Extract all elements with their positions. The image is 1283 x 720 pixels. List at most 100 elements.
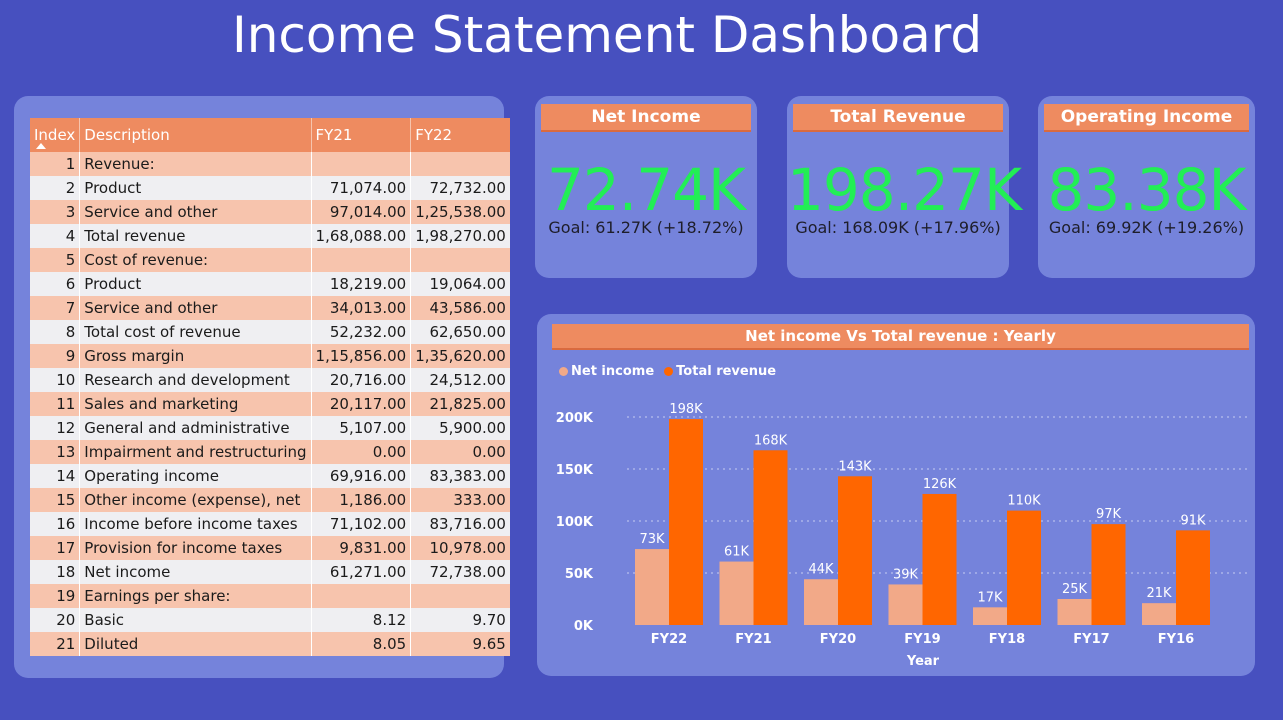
column-header-fy21[interactable]: FY21 [310,118,411,152]
data-label: 97K [1096,507,1122,522]
cell-fy22 [410,152,510,176]
kpi-label: Operating Income [1044,104,1249,132]
data-label: 73K [639,532,665,547]
cell-fy22: 5,900.00 [410,416,510,440]
cell-description: Basic [79,608,312,632]
cell-fy22: 333.00 [410,488,510,512]
cell-fy21 [310,584,411,608]
kpi-goal: Goal: 69.92K (+19.26%) [1048,218,1245,237]
cell-fy21: 5,107.00 [310,416,411,440]
kpi-card-net-income: Net Income 72.74K Goal: 61.27K (+18.72%) [535,96,757,278]
cell-fy21: 1,15,856.00 [310,344,411,368]
cell-index: 4 [30,224,80,248]
table-row[interactable]: 5 Cost of revenue: [30,248,510,272]
data-label: 21K [1146,586,1172,601]
bar-total-revenue [838,476,872,625]
table-row[interactable]: 2 Product 71,074.00 72,732.00 [30,176,510,200]
cell-description: Product [79,272,312,296]
cell-index: 5 [30,248,80,272]
table-row[interactable]: 21 Diluted 8.05 9.65 [30,632,510,656]
kpi-label: Total Revenue [793,104,1003,132]
cell-description: Sales and marketing [79,392,312,416]
table-row[interactable]: 6 Product 18,219.00 19,064.00 [30,272,510,296]
cell-fy21: 1,68,088.00 [310,224,411,248]
y-tick-label: 50K [565,567,594,582]
table-row[interactable]: 15 Other income (expense), net 1,186.00 333… [30,488,510,512]
cell-description: Provision for income taxes [79,536,312,560]
cell-fy22: 0.00 [410,440,510,464]
table-row[interactable]: 12 General and administrative 5,107.00 5,90… [30,416,510,440]
bar-net-income [804,579,838,625]
cell-index: 1 [30,152,80,176]
cell-index: 12 [30,416,80,440]
table-row[interactable]: 13 Impairment and restructuring 0.00 0.00 [30,440,510,464]
table-row[interactable]: 11 Sales and marketing 20,117.00 21,825.00 [30,392,510,416]
bar-total-revenue [922,493,957,625]
cell-index: 16 [30,512,80,536]
cell-fy21: 8.12 [310,608,411,632]
y-tick-label: 200K [556,411,594,426]
kpi-value: 83.38K [1047,156,1246,224]
table-row[interactable]: 8 Total cost of revenue 52,232.00 62,650.00 [30,320,510,344]
table-row[interactable]: 16 Income before income taxes 71,102.00 83,… [30,512,510,536]
cell-index: 3 [30,200,80,224]
cell-fy21: 52,232.00 [310,320,411,344]
data-label: 25K [1062,582,1088,597]
table-body: 1 Revenue: 2 Product 71,074.00 72,732.00 3 Serv… [30,152,510,656]
dashboard-title: Income Statement Dashboard [232,6,983,64]
yearly-bar-chart-panel: Net income Vs Total revenue : Yearly Net… [537,314,1255,676]
cell-fy22: 1,35,620.00 [410,344,510,368]
table-row[interactable]: 4 Total revenue 1,68,088.00 1,98,270.00 [30,224,510,248]
table-row[interactable]: 20 Basic 8.12 9.70 [30,608,510,632]
table-row[interactable]: 10 Research and development 20,716.00 24,51… [30,368,510,392]
cell-fy22: 83,383.00 [410,464,510,488]
column-header-index[interactable]: Index [30,118,80,152]
cell-description: Product [79,176,312,200]
table-row[interactable]: 18 Net income 61,271.00 72,738.00 [30,560,510,584]
table-row[interactable]: 14 Operating income 69,916.00 83,383.00 [30,464,510,488]
cell-description: Income before income taxes [79,512,312,536]
bar-net-income [973,607,1007,625]
cell-fy22 [410,584,510,608]
data-label: 91K [1180,513,1206,528]
table-row[interactable]: 17 Provision for income taxes 9,831.00 10,9… [30,536,510,560]
column-header-description[interactable]: Description [79,118,312,152]
cell-fy21: 20,716.00 [310,368,411,392]
table-row[interactable]: 3 Service and other 97,014.00 1,25,538.00 [30,200,510,224]
income-statement-table-panel: Index Description FY21 FY22 1 Revenue: 2 Pr… [14,96,510,678]
cell-index: 18 [30,560,80,584]
cell-description: Impairment and restructuring [79,440,312,464]
x-tick-label: FY20 [820,632,856,647]
bar-total-revenue [1176,530,1210,625]
x-tick-label: FY19 [904,632,940,647]
kpi-value: 72.74K [546,156,746,224]
cell-index: 21 [30,632,80,656]
cell-index: 6 [30,272,80,296]
cell-index: 20 [30,608,80,632]
cell-index: 17 [30,536,80,560]
column-header-fy22[interactable]: FY22 [410,118,510,152]
cell-fy22: 1,25,538.00 [410,200,510,224]
cell-fy22: 62,650.00 [410,320,510,344]
table-row[interactable]: 19 Earnings per share: [30,584,510,608]
cell-description: Revenue: [79,152,312,176]
table-row[interactable]: 7 Service and other 34,013.00 43,586.00 [30,296,510,320]
bar-net-income [1057,599,1092,625]
cell-index: 13 [30,440,80,464]
kpi-card-total-revenue: Total Revenue 198.27K Goal: 168.09K (+17… [787,96,1022,278]
x-tick-label: FY18 [989,632,1025,647]
bar-net-income [719,561,754,625]
x-tick-label: FY22 [651,632,687,647]
cell-fy22: 21,825.00 [410,392,510,416]
cell-fy22: 72,738.00 [410,560,510,584]
cell-fy22: 24,512.00 [410,368,510,392]
cell-fy21: 0.00 [310,440,411,464]
cell-index: 2 [30,176,80,200]
cell-fy21: 71,102.00 [310,512,411,536]
kpi-card-operating-income: Operating Income 83.38K Goal: 69.92K (+1… [1038,96,1255,278]
table-row[interactable]: 1 Revenue: [30,152,510,176]
table-row[interactable]: 9 Gross margin 1,15,856.00 1,35,620.00 [30,344,510,368]
cell-index: 14 [30,464,80,488]
cell-description: Other income (expense), net [79,488,312,512]
data-label: 61K [724,545,750,560]
